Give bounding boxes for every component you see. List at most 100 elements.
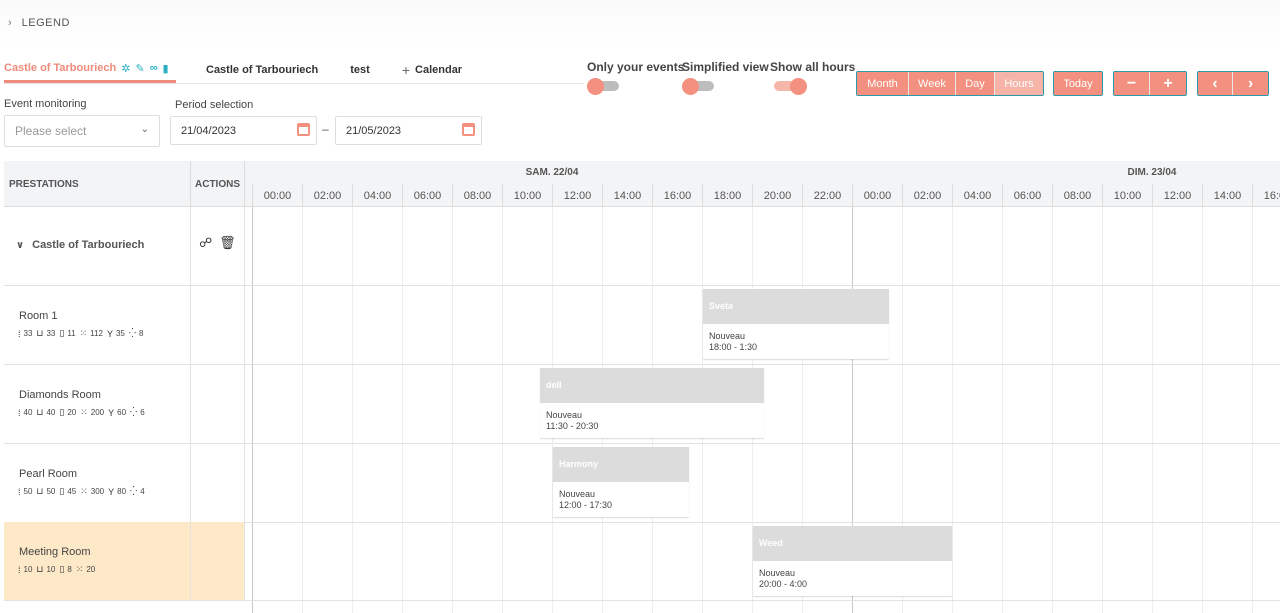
- hour-label: 08:00: [452, 184, 502, 207]
- hour-label: 14:00: [1202, 184, 1252, 207]
- toggle-knob: [790, 78, 807, 95]
- room-actions: [191, 365, 245, 443]
- boardroom-icon: ▯: [59, 407, 65, 417]
- next-button[interactable]: ›: [1233, 72, 1268, 95]
- room-row: Room 1 ⁞ 33 ⊔ 33 ▯ 11 ⁙ 112 Y 35 ⁛ 8: [4, 286, 1280, 365]
- capacity-value: 300: [90, 487, 105, 496]
- capacity-value: 4: [140, 487, 145, 496]
- hour-label: 08:00: [1052, 184, 1102, 207]
- classroom-icon: ⁙: [80, 407, 88, 417]
- week-view-button[interactable]: Week: [909, 72, 956, 95]
- add-calendar-tab[interactable]: + Calendar: [386, 57, 478, 83]
- room-capacities: ⁞ 40 ⊔ 40 ▯ 20 ⁙ 200 Y 60 ⁛ 6: [18, 407, 149, 418]
- capacity-item: ▯ 11: [59, 328, 75, 339]
- event-card[interactable]: dell Nouveau 11:30 - 20:30: [540, 368, 764, 438]
- legend-bar[interactable]: › LEGEND: [0, 0, 1280, 46]
- capacity-item: ⁛ 4: [130, 486, 145, 497]
- link-icon[interactable]: ∞: [150, 62, 158, 74]
- tab-castle-of-tarbouriech-active[interactable]: Castle of Tarbouriech ✲ ✎ ∞ ▮: [4, 57, 176, 83]
- capacity-value: 10: [46, 565, 56, 574]
- capacity-value: 45: [67, 487, 77, 496]
- toggle-label: Simplified view: [682, 60, 769, 74]
- toggle-show-all-hours-group: Show all hours: [770, 60, 855, 95]
- hour-label: 00:00: [252, 184, 302, 207]
- event-card[interactable]: Harmony Nouveau 12:00 - 17:30: [553, 447, 689, 517]
- event-time: 12:00 - 17:30: [559, 500, 613, 510]
- pencil-icon[interactable]: ✎: [135, 62, 144, 75]
- capacity-item: ⁙ 300: [80, 486, 104, 497]
- classroom-icon: ⁙: [75, 564, 84, 574]
- event-title: Sveta: [703, 289, 889, 324]
- month-view-button[interactable]: Month: [857, 72, 909, 95]
- u-shape-icon: ⊔: [36, 486, 44, 496]
- capacity-item: ⁙ 112: [80, 328, 103, 339]
- tab-label: Castle of Tarbouriech: [4, 62, 117, 74]
- capacity-item: Y 80: [108, 487, 126, 497]
- today-button[interactable]: Today: [1054, 72, 1102, 95]
- capacity-item: ⊔ 10: [36, 564, 55, 575]
- event-monitoring-select[interactable]: Please select ⌄: [4, 115, 160, 147]
- hour-label: 18:00: [702, 184, 752, 207]
- tab-castle-of-tarbouriech[interactable]: Castle of Tarbouriech: [190, 57, 334, 83]
- theater-icon: ⁞: [18, 328, 21, 339]
- u-shape-icon: ⊔: [36, 328, 44, 338]
- simplified-view-toggle[interactable]: [682, 78, 718, 95]
- banquet-icon: ⁛: [128, 328, 137, 338]
- gear-icon[interactable]: ✲: [121, 62, 130, 75]
- capacity-item: ▯ 8: [59, 564, 71, 575]
- room-name: Room 1: [19, 310, 58, 322]
- group-cell[interactable]: ∨ Castle of Tarbouriech: [4, 207, 191, 285]
- only-your-events-toggle[interactable]: [587, 78, 623, 95]
- app-root: › LEGEND Castle of Tarbouriech ✲ ✎ ∞ ▮ C…: [0, 0, 1280, 613]
- capacity-value: 50: [23, 487, 33, 496]
- banquet-icon: ⁛: [130, 407, 138, 417]
- room-row: Meeting Room ⁞ 10 ⊔ 10 ▯ 8 ⁙ 20: [4, 522, 1280, 601]
- calendar-icon[interactable]: [297, 123, 310, 136]
- capacity-item: Y 60: [108, 408, 126, 418]
- group-title[interactable]: ∨ Castle of Tarbouriech: [16, 239, 144, 251]
- hour-label: 04:00: [952, 184, 1002, 207]
- zoom-buttons: − +: [1113, 71, 1187, 96]
- hour-label: 22:00: [802, 184, 852, 207]
- capacity-value: 200: [90, 408, 105, 417]
- trash-icon[interactable]: 🗑: [219, 235, 236, 251]
- room-cell: Diamonds Room ⁞ 40 ⊔ 40 ▯ 20 ⁙ 200 Y 60 ⁛ 6: [4, 365, 191, 443]
- theater-icon: ⁞: [18, 564, 21, 575]
- event-card[interactable]: Sveta Nouveau 18:00 - 1:30: [703, 289, 889, 359]
- tab-test[interactable]: test: [334, 57, 386, 83]
- day-view-button[interactable]: Day: [956, 72, 995, 95]
- end-date-input[interactable]: 21/05/2023: [335, 116, 482, 145]
- capacity-value: 33: [46, 329, 56, 338]
- actions-header: ACTIONS: [191, 161, 245, 207]
- capacity-value: 20: [86, 565, 96, 574]
- room-name: Meeting Room: [19, 546, 91, 558]
- nav-buttons: ‹ ›: [1197, 71, 1269, 96]
- hour-label: 10:00: [1102, 184, 1152, 207]
- period-selection-label: Period selection: [175, 99, 254, 111]
- trash-icon[interactable]: ▮: [163, 62, 169, 75]
- event-card[interactable]: Weed Nouveau 20:00 - 4:00: [753, 526, 952, 596]
- hour-label: 12:00: [1152, 184, 1202, 207]
- hour-label: 12:00: [552, 184, 602, 207]
- tab-label: Castle of Tarbouriech: [206, 63, 319, 76]
- hierarchy-icon[interactable]: ☍: [199, 235, 212, 251]
- zoom-out-button[interactable]: −: [1114, 72, 1150, 95]
- room-capacities: ⁞ 10 ⊔ 10 ▯ 8 ⁙ 20: [18, 564, 99, 575]
- room-cell: Meeting Room ⁞ 10 ⊔ 10 ▯ 8 ⁙ 20: [4, 522, 191, 600]
- event-time: 18:00 - 1:30: [709, 342, 758, 352]
- capacity-value: 6: [140, 408, 145, 417]
- capacity-item: ⊔ 40: [36, 407, 55, 418]
- capacity-item: ⁞ 33: [18, 329, 32, 339]
- boardroom-icon: ▯: [59, 486, 65, 496]
- hours-view-button[interactable]: Hours: [995, 72, 1043, 95]
- start-date-input[interactable]: 21/04/2023: [170, 116, 317, 145]
- show-all-hours-toggle[interactable]: [770, 78, 807, 95]
- calendar-icon[interactable]: [462, 123, 475, 136]
- room-capacities: ⁞ 50 ⊔ 50 ▯ 45 ⁙ 300 Y 80 ⁛ 4: [18, 486, 149, 497]
- event-status: Nouveau: [546, 410, 583, 420]
- zoom-in-button[interactable]: +: [1150, 72, 1186, 95]
- previous-button[interactable]: ‹: [1198, 72, 1233, 95]
- boardroom-icon: ▯: [59, 564, 65, 574]
- toggle-simplified-view-group: Simplified view: [682, 60, 769, 95]
- capacity-value: 10: [23, 565, 33, 574]
